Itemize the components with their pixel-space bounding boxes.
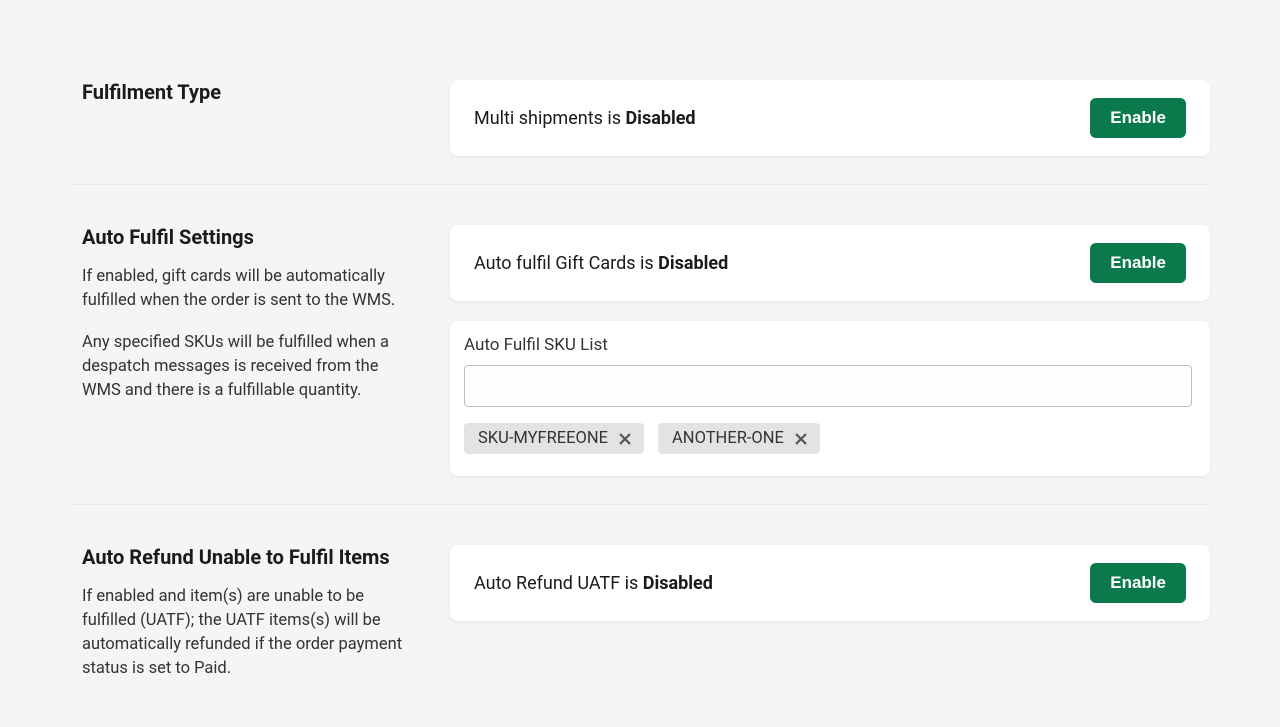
remove-sku-tag-button[interactable] xyxy=(618,432,632,446)
auto-refund-description: If enabled and item(s) are unable to be … xyxy=(82,585,412,681)
section-auto-fulfil: Auto Fulfil Settings If enabled, gift ca… xyxy=(70,184,1210,504)
close-icon xyxy=(618,432,632,446)
auto-refund-status: Auto Refund UATF is Disabled xyxy=(474,573,713,594)
enable-auto-refund-button[interactable]: Enable xyxy=(1090,563,1186,603)
close-icon xyxy=(794,432,808,446)
multi-shipments-status-value: Disabled xyxy=(625,108,695,129)
auto-refund-status-value: Disabled xyxy=(643,573,713,594)
auto-refund-card: Auto Refund UATF is Disabled Enable xyxy=(450,545,1210,621)
auto-fulfil-desc-p2: Any specified SKUs will be fulfilled whe… xyxy=(82,331,412,403)
section-fulfilment-type: Fulfilment Type Multi shipments is Disab… xyxy=(70,40,1210,184)
auto-fulfil-gift-cards-card: Auto fulfil Gift Cards is Disabled Enabl… xyxy=(450,225,1210,301)
auto-refund-title: Auto Refund Unable to Fulfil Items xyxy=(82,545,412,569)
enable-gift-cards-button[interactable]: Enable xyxy=(1090,243,1186,283)
gift-cards-status-prefix: Auto fulfil Gift Cards is xyxy=(474,253,658,274)
auto-fulfil-title: Auto Fulfil Settings xyxy=(82,225,412,249)
multi-shipments-status: Multi shipments is Disabled xyxy=(474,108,696,129)
gift-cards-status-value: Disabled xyxy=(658,253,728,274)
auto-refund-status-prefix: Auto Refund UATF is xyxy=(474,573,643,594)
sku-list-label: Auto Fulfil SKU List xyxy=(464,335,1192,355)
multi-shipments-status-prefix: Multi shipments is xyxy=(474,108,625,129)
auto-refund-desc: If enabled and item(s) are unable to be … xyxy=(82,585,412,681)
enable-multi-shipments-button[interactable]: Enable xyxy=(1090,98,1186,138)
auto-fulfil-description: If enabled, gift cards will be automatic… xyxy=(82,265,412,403)
sku-list-input[interactable] xyxy=(464,365,1192,407)
sku-list-card: Auto Fulfil SKU List SKU-MYFREEONE ANOTH… xyxy=(450,321,1210,476)
multi-shipments-card: Multi shipments is Disabled Enable xyxy=(450,80,1210,156)
sku-tags-row: SKU-MYFREEONE ANOTHER-ONE xyxy=(464,423,1192,454)
remove-sku-tag-button[interactable] xyxy=(794,432,808,446)
sku-tag-label: SKU-MYFREEONE xyxy=(478,429,608,448)
auto-fulfil-desc-p1: If enabled, gift cards will be automatic… xyxy=(82,265,412,313)
sku-tag: SKU-MYFREEONE xyxy=(464,423,644,454)
sku-tag-label: ANOTHER-ONE xyxy=(672,429,784,448)
section-auto-refund: Auto Refund Unable to Fulfil Items If en… xyxy=(70,504,1210,727)
fulfilment-type-title: Fulfilment Type xyxy=(82,80,412,104)
gift-cards-status: Auto fulfil Gift Cards is Disabled xyxy=(474,253,728,274)
sku-tag: ANOTHER-ONE xyxy=(658,423,820,454)
